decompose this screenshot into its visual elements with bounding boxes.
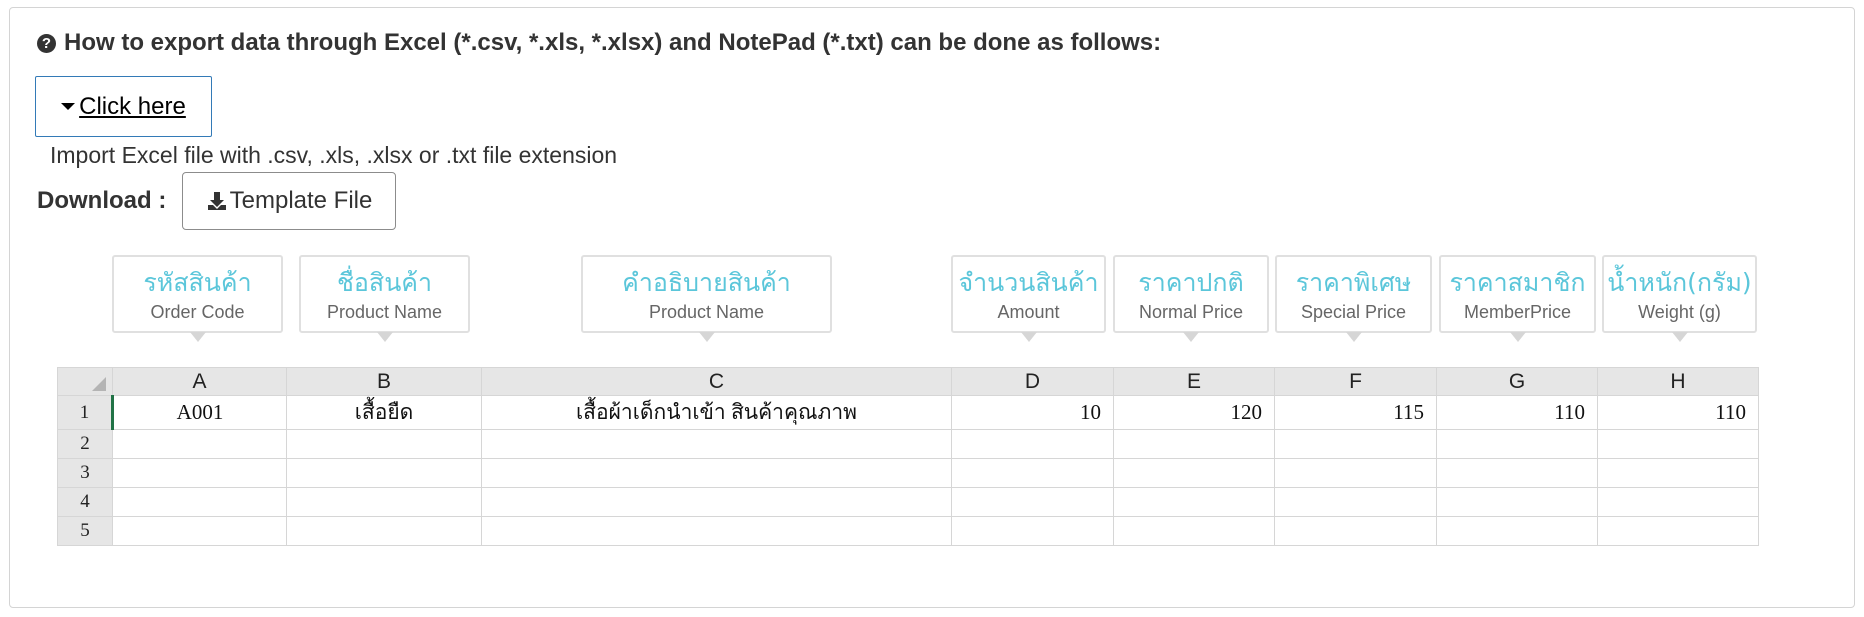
cell-product-name: เสื้อยืด [286, 395, 482, 430]
click-here-button[interactable]: Click here [35, 76, 212, 137]
row-header: 2 [57, 429, 113, 459]
cell-special-price: 115 [1274, 395, 1437, 430]
column-header: G [1436, 367, 1598, 396]
callout-amount: จำนวนสินค้า Amount [951, 255, 1106, 342]
column-header: C [481, 367, 952, 396]
callout-normal-price: ราคาปกติ Normal Price [1113, 255, 1269, 342]
callout-english-label: Product Name [326, 302, 443, 322]
instructions-heading-text: How to export data through Excel (*.csv,… [64, 29, 1162, 56]
callout-thai-label: ราคาปกติ [1138, 268, 1244, 297]
callout-english-label: Weight (g) [1638, 302, 1721, 322]
cell-weight: 110 [1597, 395, 1759, 430]
callout-thai-label: ราคาพิเศษ [1295, 268, 1412, 297]
callout-thai-label: รหัสสินค้า [143, 268, 252, 297]
click-here-label: Click here [79, 92, 186, 120]
cell-amount: 10 [951, 395, 1114, 430]
table-row: 1 A001 เสื้อยืด เสื้อผ้าเด็กนำเข้า สินค้… [57, 395, 1759, 430]
cell-normal-price: 120 [1113, 395, 1275, 430]
callout-order-code: รหัสสินค้า Order Code [112, 255, 283, 342]
callout-english-label: MemberPrice [1463, 302, 1572, 322]
callout-member-price: ราคาสมาชิก MemberPrice [1439, 255, 1596, 342]
callout-english-label: Order Code [150, 302, 245, 322]
column-header: E [1113, 367, 1275, 396]
cell-product-description: เสื้อผ้าเด็กนำเข้า สินค้าคุณภาพ [481, 395, 952, 430]
download-label: Download : [37, 187, 167, 214]
caret-down-icon [61, 103, 76, 110]
callout-thai-label: จำนวนสินค้า [958, 268, 1099, 297]
download-icon [207, 192, 226, 210]
column-header: D [951, 367, 1114, 396]
column-header: F [1274, 367, 1437, 396]
callout-english-label: Special Price [1300, 302, 1407, 322]
row-header: 3 [57, 458, 113, 488]
template-file-label: Template File [229, 187, 373, 214]
question-circle-icon: ? [37, 33, 56, 53]
column-header: A [112, 367, 287, 396]
callout-thai-label: ชื่อสินค้า [336, 268, 433, 297]
callout-product-description: คำอธิบายสินค้า Product Name [581, 255, 832, 342]
import-note: Import Excel file with .csv, .xls, .xlsx… [50, 142, 618, 168]
table-row: 4 [57, 487, 1759, 517]
template-file-button[interactable]: Template File [182, 172, 396, 230]
column-header: B [286, 367, 482, 396]
callout-english-label: Product Name [648, 302, 765, 322]
column-header: H [1597, 367, 1759, 396]
table-row: 2 [57, 429, 1759, 459]
callout-english-label: Amount [997, 302, 1060, 322]
callout-product-name: ชื่อสินค้า Product Name [299, 255, 470, 342]
callout-thai-label: น้ำหนัก(กรัม) [1607, 268, 1752, 297]
example-spreadsheet: A B C D E F G H 1 A001 เสื้อยืด เสื้อผ้า… [57, 367, 1759, 546]
table-row: 5 [57, 516, 1759, 546]
row-header: 1 [57, 395, 114, 430]
cell-order-code: A001 [112, 395, 287, 430]
callout-thai-label: ราคาสมาชิก [1449, 268, 1586, 297]
select-all-corner [57, 367, 113, 396]
callout-english-label: Normal Price [1138, 302, 1244, 322]
instructions-heading: ? How to export data through Excel (*.cs… [37, 29, 1161, 57]
column-header-row: A B C D E F G H [57, 367, 1759, 396]
row-header: 5 [57, 516, 113, 546]
callout-special-price: ราคาพิเศษ Special Price [1275, 255, 1432, 342]
row-header: 4 [57, 487, 113, 517]
table-row: 3 [57, 458, 1759, 488]
cell-member-price: 110 [1436, 395, 1598, 430]
callout-thai-label: คำอธิบายสินค้า [622, 268, 791, 297]
callout-weight: น้ำหนัก(กรัม) Weight (g) [1602, 255, 1757, 342]
